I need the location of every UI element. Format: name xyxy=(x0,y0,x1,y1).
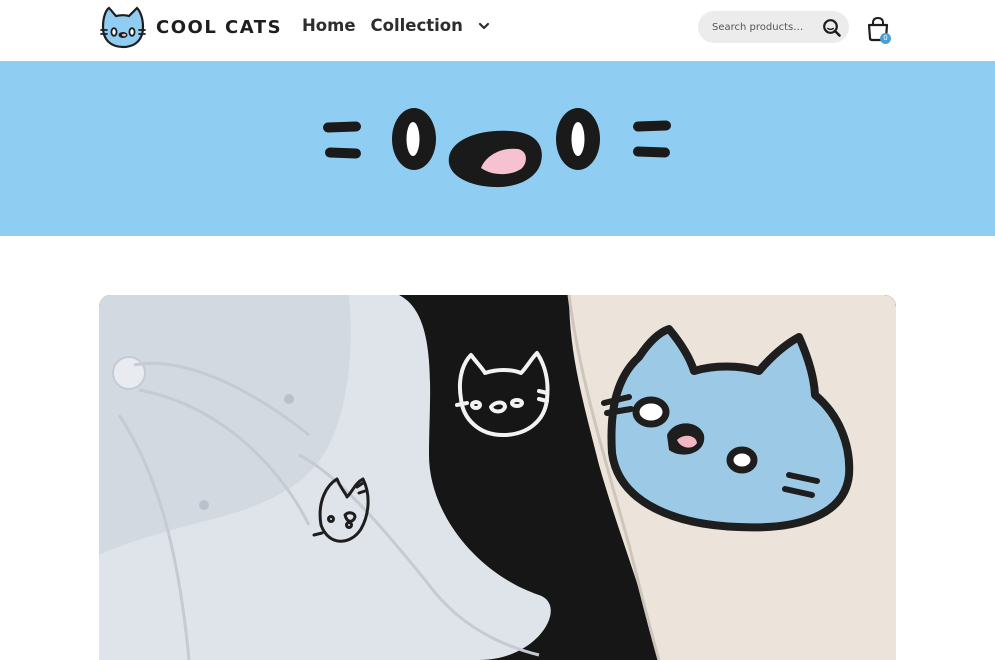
main-nav: Home Collection xyxy=(302,16,491,35)
cat-face-logo-icon xyxy=(100,6,146,49)
chevron-down-icon[interactable] xyxy=(477,19,491,33)
search-box xyxy=(698,11,849,43)
merch-photo xyxy=(99,295,896,660)
nav-home[interactable]: Home xyxy=(302,16,356,35)
cat-face-banner-icon xyxy=(323,108,671,188)
hero-product-image xyxy=(99,295,896,660)
search-input[interactable] xyxy=(712,11,818,43)
brand-logo[interactable]: COOL CATS xyxy=(99,5,282,49)
hero-banner xyxy=(0,61,995,236)
brand-name: COOL CATS xyxy=(156,16,283,38)
cart-count-badge: 0 xyxy=(880,33,891,44)
search-icon[interactable] xyxy=(822,18,841,37)
nav-collection[interactable]: Collection xyxy=(371,16,463,35)
site-header: COOL CATS Home Collection 0 xyxy=(0,0,995,61)
